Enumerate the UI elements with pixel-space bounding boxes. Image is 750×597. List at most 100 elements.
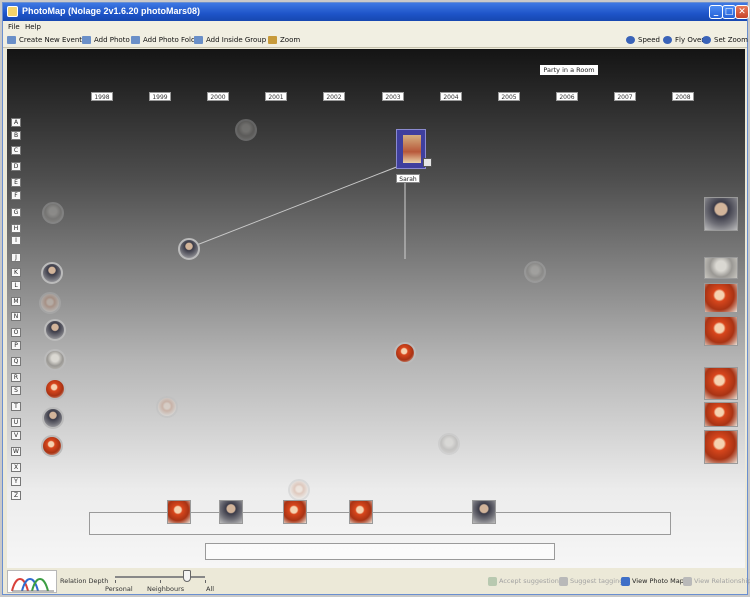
- tray-photo[interactable]: [472, 500, 496, 524]
- slider-tick: [205, 580, 206, 583]
- create-event-icon: [7, 36, 16, 44]
- suggest-tagging-label: Suggest tagging: [570, 577, 624, 585]
- person-photo[interactable]: [42, 202, 64, 224]
- accept-suggestions-button[interactable]: Accept suggestions: [488, 577, 562, 586]
- bottom-bar: Relation Depth Personal Neighbours All A…: [3, 569, 750, 594]
- tag-icon[interactable]: [423, 158, 432, 167]
- suggest-tagging-button[interactable]: Suggest tagging: [559, 577, 624, 586]
- year-label-2002[interactable]: 2002: [323, 92, 345, 101]
- letter-y[interactable]: Y: [11, 477, 21, 486]
- year-label-2006[interactable]: 2006: [556, 92, 578, 101]
- letter-s[interactable]: S: [11, 386, 21, 395]
- person-photo[interactable]: [44, 349, 66, 371]
- set-zoom-button[interactable]: Set Zoom: [702, 35, 748, 46]
- letter-e[interactable]: E: [11, 178, 21, 187]
- speed-button[interactable]: Speed: [626, 35, 660, 46]
- add-photo-folder-button[interactable]: Add Photo Folder: [131, 35, 203, 46]
- add-inside-group-button[interactable]: Add Inside Group: [194, 35, 266, 46]
- person-photo[interactable]: [39, 292, 61, 314]
- view-photo-map-button[interactable]: View Photo Map: [621, 577, 684, 586]
- letter-n[interactable]: N: [11, 312, 21, 321]
- event-photo[interactable]: [704, 197, 738, 231]
- view-relationships-button[interactable]: View Relationships: [683, 577, 750, 586]
- year-label-2000[interactable]: 2000: [207, 92, 229, 101]
- year-label-1999[interactable]: 1999: [149, 92, 171, 101]
- person-photo[interactable]: [44, 378, 66, 400]
- letter-z[interactable]: Z: [11, 491, 21, 500]
- letter-k[interactable]: K: [11, 268, 21, 277]
- search-field[interactable]: [205, 543, 555, 560]
- letter-u[interactable]: U: [11, 418, 21, 427]
- tray-photo[interactable]: [349, 500, 373, 524]
- letter-d[interactable]: D: [11, 162, 21, 171]
- letter-x[interactable]: X: [11, 463, 21, 472]
- menu-help[interactable]: Help: [25, 23, 41, 31]
- add-inside-group-label: Add Inside Group: [206, 36, 267, 44]
- letter-v[interactable]: V: [11, 431, 21, 440]
- person-photo[interactable]: [156, 396, 178, 418]
- letter-o[interactable]: O: [11, 328, 21, 337]
- event-label[interactable]: Party in a Room: [540, 65, 598, 75]
- letter-r[interactable]: R: [11, 373, 21, 382]
- year-label-2004[interactable]: 2004: [440, 92, 462, 101]
- letter-m[interactable]: M: [11, 297, 21, 306]
- fly-over-button[interactable]: Fly Over: [663, 35, 704, 46]
- person-photo[interactable]: [44, 319, 66, 341]
- tray-photo[interactable]: [167, 500, 191, 524]
- letter-j[interactable]: J: [11, 253, 21, 262]
- letter-t[interactable]: T: [11, 402, 21, 411]
- person-photo[interactable]: [524, 261, 546, 283]
- photo-map-canvas[interactable]: Party in a Room 1998 1999 2000 2001 2002…: [7, 49, 745, 568]
- toolbar: Create New Event Add Photo Add Photo Fol…: [3, 33, 748, 48]
- person-photo[interactable]: [178, 238, 200, 260]
- year-label-2005[interactable]: 2005: [498, 92, 520, 101]
- person-photo[interactable]: [235, 119, 257, 141]
- tray-photo[interactable]: [283, 500, 307, 524]
- letter-a[interactable]: A: [11, 118, 21, 127]
- event-photo[interactable]: [704, 402, 738, 427]
- year-label-1998[interactable]: 1998: [91, 92, 113, 101]
- maximize-button[interactable]: □: [722, 5, 736, 19]
- letter-w[interactable]: W: [11, 447, 21, 456]
- year-label-2001[interactable]: 2001: [265, 92, 287, 101]
- person-photo[interactable]: [41, 262, 63, 284]
- year-label-2003[interactable]: 2003: [382, 92, 404, 101]
- slider-thumb[interactable]: [183, 570, 191, 582]
- zoom-button[interactable]: Zoom: [268, 35, 300, 46]
- letter-p[interactable]: P: [11, 341, 21, 350]
- event-photo[interactable]: [704, 283, 738, 313]
- letter-l[interactable]: L: [11, 281, 21, 290]
- person-photo[interactable]: [42, 407, 64, 429]
- view-photo-map-label: View Photo Map: [632, 577, 684, 585]
- app-logo: [7, 570, 57, 593]
- event-photo[interactable]: [704, 367, 738, 400]
- menu-file[interactable]: File: [8, 23, 20, 31]
- app-icon: [7, 6, 18, 17]
- person-photo[interactable]: [288, 479, 310, 501]
- create-new-event-button[interactable]: Create New Event: [7, 35, 82, 46]
- letter-q[interactable]: Q: [11, 357, 21, 366]
- minimize-button[interactable]: _: [709, 5, 723, 19]
- selected-photo[interactable]: [396, 129, 426, 169]
- tray-photo[interactable]: [219, 500, 243, 524]
- title-bar[interactable]: PhotoMap (Nolage 2v1.6.20 photoMars08) _…: [3, 3, 749, 21]
- relationships-icon: [683, 577, 692, 586]
- person-photo[interactable]: [41, 435, 63, 457]
- person-photo[interactable]: [438, 433, 460, 455]
- slider-label-personal: Personal: [105, 585, 133, 593]
- add-photo-button[interactable]: Add Photo: [82, 35, 130, 46]
- letter-b[interactable]: B: [11, 131, 21, 140]
- year-label-2007[interactable]: 2007: [614, 92, 636, 101]
- letter-f[interactable]: F: [11, 191, 21, 200]
- photo-map-icon: [621, 577, 630, 586]
- letter-h[interactable]: H: [11, 224, 21, 233]
- letter-c[interactable]: C: [11, 146, 21, 155]
- letter-g[interactable]: G: [11, 208, 21, 217]
- person-photo[interactable]: [394, 342, 416, 364]
- event-photo[interactable]: [704, 316, 738, 346]
- event-photo[interactable]: [704, 430, 738, 464]
- year-label-2008[interactable]: 2008: [672, 92, 694, 101]
- close-button[interactable]: ✕: [735, 5, 749, 19]
- letter-i[interactable]: I: [11, 236, 21, 245]
- event-photo[interactable]: [704, 257, 738, 279]
